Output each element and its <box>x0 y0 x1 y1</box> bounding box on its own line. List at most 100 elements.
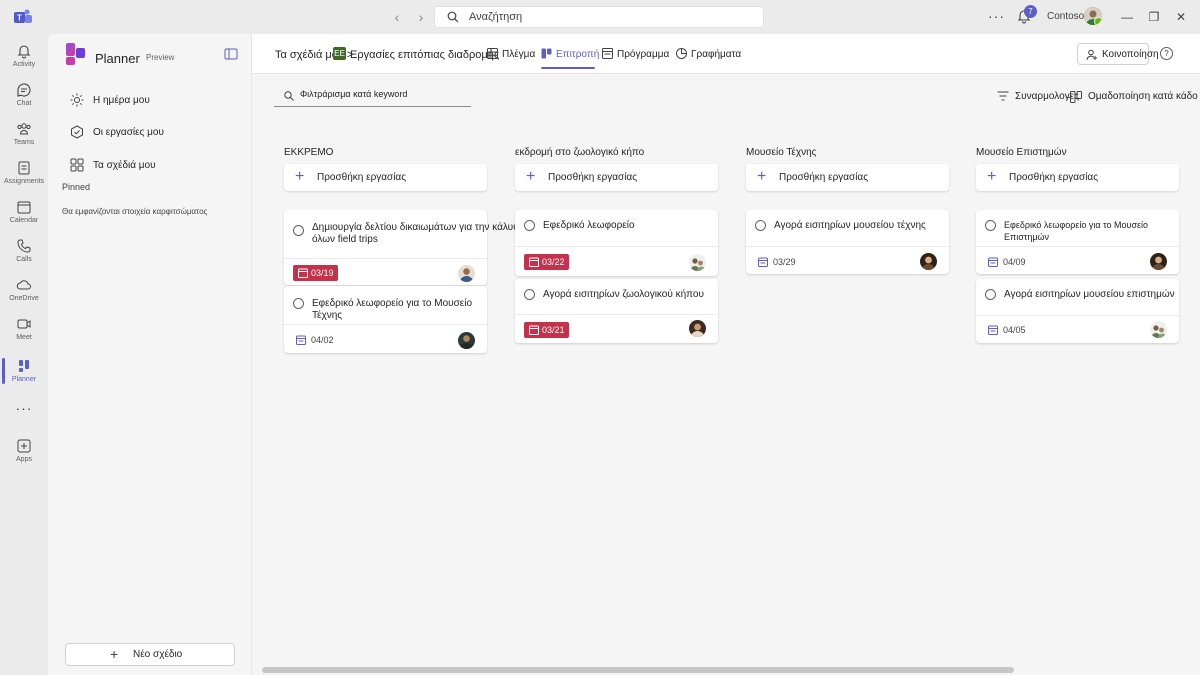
share-button[interactable]: Κοινοποίηση <box>1077 43 1159 65</box>
restore-icon[interactable]: ❐ <box>1147 10 1161 24</box>
rail-label: Calls <box>16 256 32 263</box>
task-card[interactable]: Εφεδρικό λεωφορείο για το Μουσείο Τέχνης… <box>284 286 487 353</box>
avatar-male-2-icon <box>458 332 475 349</box>
assignee-avatar[interactable] <box>689 320 706 337</box>
bucket-title[interactable]: Μουσείο Τέχνης <box>746 147 816 158</box>
add-task-button[interactable]: + Προσθήκη εργασίας <box>515 164 718 191</box>
task-complete-checkbox[interactable] <box>985 289 996 300</box>
rail-item-apps[interactable]: Apps <box>0 434 48 474</box>
more-apps-icon[interactable]: ··· <box>0 400 48 416</box>
add-task-button[interactable]: + Προσθήκη εργασίας <box>976 164 1179 191</box>
user-avatar-icon <box>1084 7 1102 25</box>
rail-item-calendar[interactable]: Calendar <box>0 195 48 235</box>
assignee-avatar[interactable] <box>689 254 706 271</box>
new-plan-button[interactable]: + Νέο σχέδιο <box>65 643 235 666</box>
more-options-icon[interactable]: ··· <box>988 8 1005 24</box>
minimize-icon[interactable]: — <box>1120 10 1134 24</box>
rail-label: Meet <box>16 334 32 341</box>
rail-label: OneDrive <box>9 295 39 302</box>
app-rail: Activity Chat Teams Assignments Calendar… <box>0 34 48 675</box>
task-card[interactable]: Εφεδρικό λεωφορείο για το Μουσείο Επιστη… <box>976 210 1179 274</box>
card-divider <box>976 246 1179 247</box>
back-arrow-icon[interactable]: ‹ <box>390 9 404 25</box>
task-card[interactable]: Εφεδρικό λεωφορείο 03/22 <box>515 210 718 276</box>
assignee-avatar[interactable] <box>1150 253 1167 270</box>
cloud-icon <box>16 280 31 290</box>
avatar-female-1-icon <box>689 320 706 337</box>
rail-item-chat[interactable]: Chat <box>0 78 48 118</box>
tab-schedule[interactable]: Πρόγραμμα <box>602 47 669 69</box>
add-task-button[interactable]: + Προσθήκη εργασίας <box>746 164 949 191</box>
grid-view-icon <box>487 48 498 59</box>
rail-item-onedrive[interactable]: OneDrive <box>0 273 48 313</box>
video-icon <box>17 319 31 329</box>
task-card[interactable]: Αγορά εισιτηρίων ζωολογικού κήπου 03/21 <box>515 279 718 343</box>
keyword-filter-input[interactable] <box>300 89 465 99</box>
rail-item-assignments[interactable]: Assignments <box>0 156 48 196</box>
nav-my-tasks[interactable]: Οι εργασίες μου <box>61 120 241 146</box>
grid-icon <box>70 158 84 172</box>
card-divider <box>515 246 718 247</box>
assignee-avatar[interactable] <box>458 265 475 282</box>
add-task-label: Προσθήκη εργασίας <box>317 172 407 183</box>
plus-icon: + <box>110 646 119 662</box>
rail-item-activity[interactable]: Activity <box>0 39 48 79</box>
due-date: 04/09 <box>1003 257 1026 267</box>
tab-label: Επιτροπή <box>556 49 600 60</box>
keyword-filter[interactable] <box>274 85 471 107</box>
assignee-avatar[interactable] <box>458 332 475 349</box>
tab-charts[interactable]: Γραφήματα <box>676 47 741 69</box>
plan-title[interactable]: Εργασίες επιτόπιας διαδρομής <box>350 49 499 61</box>
charts-view-icon <box>676 48 687 59</box>
teams-logo-icon[interactable]: T <box>13 7 33 27</box>
due-date: 04/02 <box>311 335 334 345</box>
assignee-avatar[interactable] <box>1150 321 1167 338</box>
bucket-title[interactable]: εκδρομή στο ζωολογικό κήπο <box>515 147 644 158</box>
global-search-input[interactable] <box>469 9 749 25</box>
user-avatar[interactable] <box>1084 7 1102 25</box>
task-complete-checkbox[interactable] <box>524 220 535 231</box>
close-icon[interactable]: ✕ <box>1174 10 1188 24</box>
notifications-button[interactable]: 7 <box>1016 5 1037 26</box>
planner-icon <box>19 360 29 372</box>
rail-item-planner[interactable]: Planner <box>0 354 48 394</box>
plus-icon: + <box>526 168 536 185</box>
assignee-avatar[interactable] <box>920 253 937 270</box>
group-button-label: Ομαδοποίηση κατά κάδο <box>1088 91 1198 102</box>
nav-my-day[interactable]: Η ημέρα μου <box>61 88 241 114</box>
task-card[interactable]: Αγορά εισιτηρίων μουσείου επιστημών 04/0… <box>976 279 1179 343</box>
horizontal-scrollbar[interactable] <box>262 667 1014 673</box>
task-card[interactable]: Δημιουργία δελτίου δικαιωμάτων για την κ… <box>284 210 526 285</box>
tab-board[interactable]: Επιτροπή <box>541 47 599 69</box>
rail-item-calls[interactable]: Calls <box>0 234 48 274</box>
group-by-bucket-button[interactable]: Ομαδοποίηση κατά κάδο <box>1070 90 1198 104</box>
task-complete-checkbox[interactable] <box>293 298 304 309</box>
rail-item-meet[interactable]: Meet <box>0 312 48 352</box>
search-icon <box>447 11 459 23</box>
rail-label: Apps <box>16 456 32 463</box>
collapse-pane-icon[interactable] <box>224 48 238 60</box>
bucket-title[interactable]: ΕΚΚΡΕΜΟ <box>284 147 333 158</box>
task-complete-checkbox[interactable] <box>293 225 304 236</box>
due-date-badge: 04/02 <box>293 332 338 348</box>
due-date-badge: 03/19 <box>293 265 338 281</box>
forward-arrow-icon[interactable]: › <box>414 9 428 25</box>
due-date: 04/05 <box>1003 325 1026 335</box>
org-name: Contoso <box>1047 11 1085 22</box>
due-date-badge: 04/09 <box>985 254 1030 270</box>
task-complete-checkbox[interactable] <box>985 220 996 231</box>
tab-grid[interactable]: Πλέγμα <box>487 47 535 69</box>
global-search[interactable] <box>434 6 764 28</box>
task-complete-checkbox[interactable] <box>524 289 535 300</box>
nav-my-plans[interactable]: Τα σχέδιά μου <box>61 153 241 179</box>
due-date-badge: 04/05 <box>985 322 1030 338</box>
bucket-title[interactable]: Μουσείο Επιστημών <box>976 147 1067 158</box>
rail-item-teams[interactable]: Teams <box>0 117 48 157</box>
help-icon[interactable]: ? <box>1160 47 1173 60</box>
task-complete-checkbox[interactable] <box>755 220 766 231</box>
task-card[interactable]: Αγορά εισιτηρίων μουσείου τέχνης 03/29 <box>746 210 949 274</box>
add-task-label: Προσθήκη εργασίας <box>779 172 869 183</box>
add-task-button[interactable]: + Προσθήκη εργασίας <box>284 164 487 191</box>
calendar-icon <box>758 257 768 267</box>
calendar-icon <box>988 257 998 267</box>
